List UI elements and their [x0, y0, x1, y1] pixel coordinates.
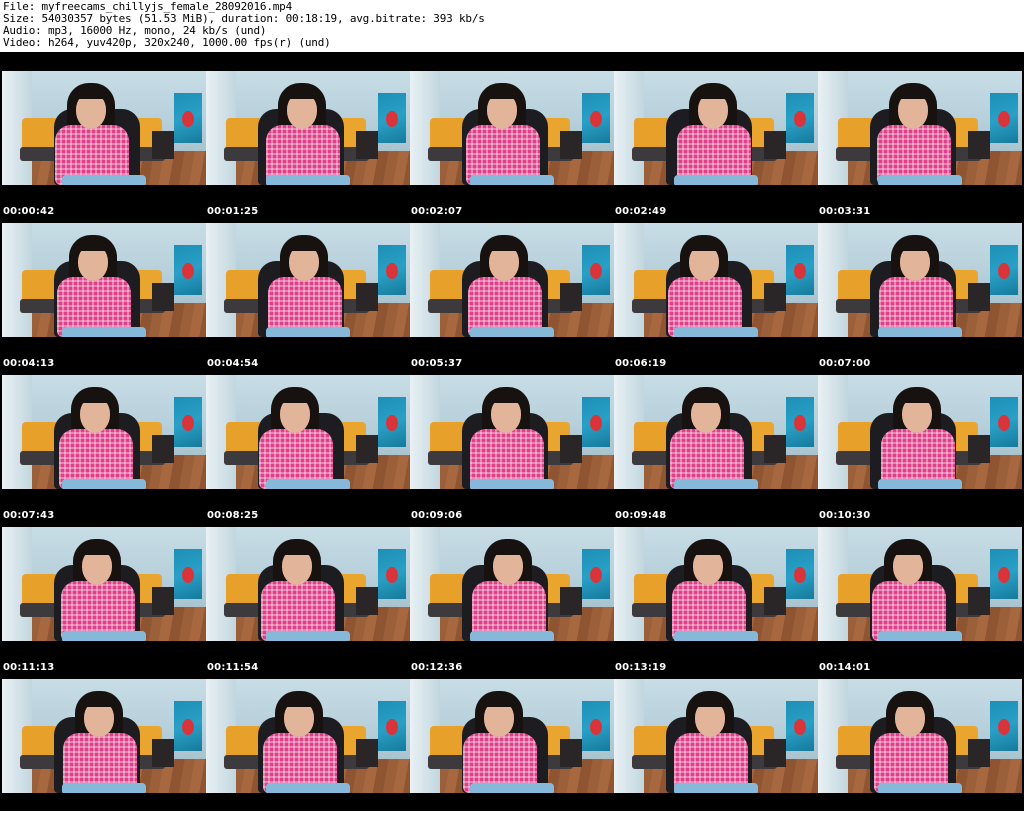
frame-timestamp: 00:06:19 [615, 358, 667, 369]
frame-timestamp: 00:08:25 [207, 510, 259, 521]
frame-timestamp: 00:09:48 [615, 510, 667, 521]
video-frame-thumbnail [818, 527, 1022, 641]
thumbnail-cell[interactable]: 00:08:25 [206, 375, 410, 527]
thumbnail-cell[interactable]: 00:15:25 [206, 679, 410, 831]
video-frame-thumbnail [206, 679, 410, 793]
video-frame-thumbnail [614, 223, 818, 337]
video-frame-thumbnail [614, 71, 818, 185]
thumbnail-cell[interactable]: 00:07:00 [818, 223, 1022, 375]
thumbnail-grid: 00:00:42 00:01:25 00:02:07 00:02:49 00:03:31… [0, 52, 1024, 825]
video-frame-thumbnail [818, 223, 1022, 337]
thumbnail-cell[interactable]: 00:02:07 [410, 71, 614, 223]
frame-timestamp: 00:00:42 [3, 206, 55, 217]
frame-timestamp: 00:07:43 [3, 510, 55, 521]
video-frame-thumbnail [206, 223, 410, 337]
thumbnail-cell[interactable]: 00:16:07 [410, 679, 614, 831]
frame-timestamp: 00:12:36 [411, 662, 463, 673]
frame-timestamp: 00:07:00 [819, 358, 871, 369]
thumbnail-cell[interactable]: 00:05:37 [410, 223, 614, 375]
video-frame-thumbnail [614, 527, 818, 641]
video-frame-thumbnail [2, 375, 206, 489]
frame-timestamp: 00:02:49 [615, 206, 667, 217]
thumbnail-cell[interactable]: 00:09:06 [410, 375, 614, 527]
frame-timestamp: 00:17:31 [819, 814, 871, 825]
video-frame-thumbnail [206, 375, 410, 489]
thumbnail-cell[interactable]: 00:11:13 [2, 527, 206, 679]
video-frame-thumbnail [2, 679, 206, 793]
thumbnail-cell[interactable]: 00:04:54 [206, 223, 410, 375]
video-frame-thumbnail [206, 71, 410, 185]
file-info-header: File: myfreecams_chillyjs_female_2809201… [0, 0, 1024, 52]
thumbnail-cell[interactable]: 00:12:36 [410, 527, 614, 679]
thumbnail-cell[interactable]: 00:03:31 [818, 71, 1022, 223]
frame-timestamp: 00:03:31 [819, 206, 871, 217]
video-frame-thumbnail [2, 71, 206, 185]
video-frame-thumbnail [2, 223, 206, 337]
frame-timestamp: 00:16:07 [411, 814, 463, 825]
video-frame-thumbnail [206, 527, 410, 641]
thumbnail-cell[interactable]: 00:14:42 [2, 679, 206, 831]
thumbnail-cell[interactable]: 00:16:49 [614, 679, 818, 831]
frame-timestamp: 00:10:30 [819, 510, 871, 521]
video-frame-thumbnail [614, 375, 818, 489]
frame-timestamp: 00:04:54 [207, 358, 259, 369]
thumbnail-cell[interactable]: 00:14:01 [818, 527, 1022, 679]
frame-timestamp: 00:15:25 [207, 814, 259, 825]
frame-timestamp: 00:04:13 [3, 358, 55, 369]
video-frame-thumbnail [410, 679, 614, 793]
thumbnail-cell[interactable]: 00:17:31 [818, 679, 1022, 831]
frame-timestamp: 00:14:01 [819, 662, 871, 673]
frame-timestamp: 00:11:54 [207, 662, 259, 673]
frame-timestamp: 00:16:49 [615, 814, 667, 825]
frame-timestamp: 00:13:19 [615, 662, 667, 673]
thumbnail-cell[interactable]: 00:11:54 [206, 527, 410, 679]
frame-timestamp: 00:01:25 [207, 206, 259, 217]
thumbnail-cell[interactable]: 00:06:19 [614, 223, 818, 375]
thumbnail-cell[interactable]: 00:04:13 [2, 223, 206, 375]
thumbnail-cell[interactable]: 00:13:19 [614, 527, 818, 679]
video-frame-thumbnail [818, 375, 1022, 489]
video-frame-thumbnail [410, 375, 614, 489]
thumbnail-cell[interactable]: 00:02:49 [614, 71, 818, 223]
thumbnail-cell[interactable]: 00:07:43 [2, 375, 206, 527]
video-frame-thumbnail [614, 679, 818, 793]
video-frame-thumbnail [818, 679, 1022, 793]
video-frame-thumbnail [410, 71, 614, 185]
video-frame-thumbnail [410, 527, 614, 641]
thumbnail-cell[interactable]: 00:01:25 [206, 71, 410, 223]
video-frame-thumbnail [818, 71, 1022, 185]
frame-timestamp: 00:09:06 [411, 510, 463, 521]
thumbnail-cell[interactable]: 00:00:42 [2, 71, 206, 223]
video-info-line: Video: h264, yuv420p, 320x240, 1000.00 f… [3, 36, 331, 49]
thumbnail-cell[interactable]: 00:09:48 [614, 375, 818, 527]
video-frame-thumbnail [410, 223, 614, 337]
frame-timestamp: 00:11:13 [3, 662, 55, 673]
thumbnail-cell[interactable]: 00:10:30 [818, 375, 1022, 527]
frame-timestamp: 00:05:37 [411, 358, 463, 369]
frame-timestamp: 00:02:07 [411, 206, 463, 217]
video-frame-thumbnail [2, 527, 206, 641]
frame-timestamp: 00:14:42 [3, 814, 55, 825]
